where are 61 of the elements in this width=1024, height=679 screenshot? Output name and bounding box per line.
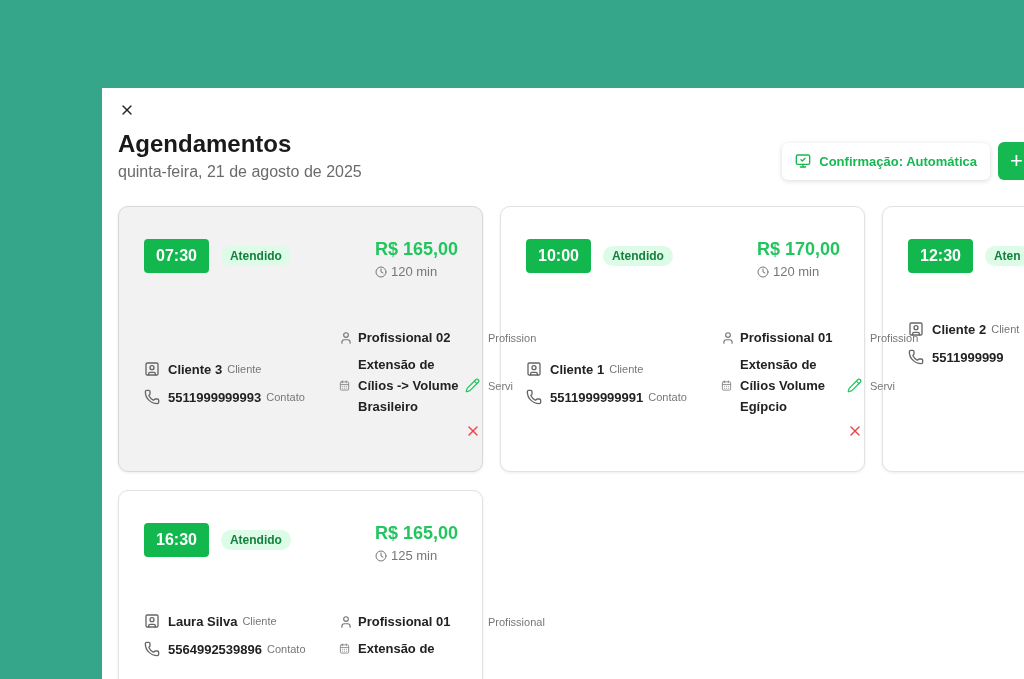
price: R$ 165,00 [374, 239, 458, 260]
service-name: Extensão de Cílios Volume Egípcio [740, 356, 826, 416]
client-label: Cliente [227, 363, 262, 375]
contact-icon [144, 361, 160, 377]
clock-icon [374, 265, 387, 278]
professional-label: Profission [488, 331, 537, 344]
client-name: Cliente 2 [932, 321, 987, 337]
calendar-icon [339, 380, 350, 391]
status-badge: Aten [984, 246, 1024, 266]
calendar-icon [721, 380, 732, 391]
service-label: Servi [870, 379, 897, 392]
professional-name: Profissional 01 [358, 613, 452, 631]
monitor-check-icon [795, 153, 812, 169]
phone-icon [526, 389, 542, 405]
add-button[interactable]: + [998, 142, 1024, 180]
time-badge: 07:30 [144, 239, 209, 273]
professional-label: Profission [870, 331, 919, 344]
phone-icon [908, 349, 924, 365]
phone-label: Contato [266, 391, 305, 403]
duration: 120 min [772, 264, 820, 279]
phone-label: Contato [648, 391, 687, 403]
date-subtitle: quinta-feira, 21 de agosto de 2025 [118, 163, 362, 181]
phone-icon [144, 641, 160, 657]
status-badge: Atendido [220, 246, 291, 266]
contact-icon [144, 613, 160, 629]
duration: 125 min [390, 548, 438, 563]
phone-number: 5511999999 [932, 349, 1004, 365]
phone-number: 5511999999991 [550, 389, 644, 405]
status-badge: Atendido [220, 530, 291, 550]
phone-number: 5564992539896 [168, 641, 262, 657]
price: R$ 165,00 [374, 523, 458, 544]
page-title: Agendamentos [118, 130, 293, 158]
person-icon [721, 330, 735, 345]
time-badge: 16:30 [144, 523, 209, 557]
clock-icon [756, 265, 769, 278]
professional-name: Profissional 02 [358, 329, 452, 347]
client-label: Cliente [242, 615, 277, 627]
service-name: Extensão de [358, 640, 436, 658]
professional-name: Profissional 01 [740, 329, 834, 347]
client-name: Cliente 3 [168, 361, 223, 377]
price: R$ 170,00 [756, 239, 840, 260]
client-label: Cliente [609, 363, 644, 375]
professional-label: Profissional [488, 615, 545, 628]
client-name: Laura Silva [168, 613, 238, 629]
person-icon [339, 614, 353, 629]
phone-icon [144, 389, 160, 405]
time-badge: 10:00 [526, 239, 591, 273]
service-label: Servi [488, 379, 515, 392]
client-label: Client [991, 323, 1020, 335]
phone-label: Contato [267, 643, 306, 655]
service-name: Extensão de Cílios -> Volume Brasileiro [358, 356, 460, 416]
time-badge: 12:30 [908, 239, 973, 273]
duration: 120 min [390, 264, 438, 279]
clock-icon [374, 549, 387, 562]
calendar-icon [339, 643, 350, 654]
status-badge: Atendido [602, 246, 673, 266]
person-icon [339, 330, 353, 345]
phone-number: 5511999999993 [168, 389, 262, 405]
contact-icon [526, 361, 542, 377]
confirmation-button[interactable]: Confirmação: Automática [782, 142, 990, 180]
client-name: Cliente 1 [550, 361, 605, 377]
